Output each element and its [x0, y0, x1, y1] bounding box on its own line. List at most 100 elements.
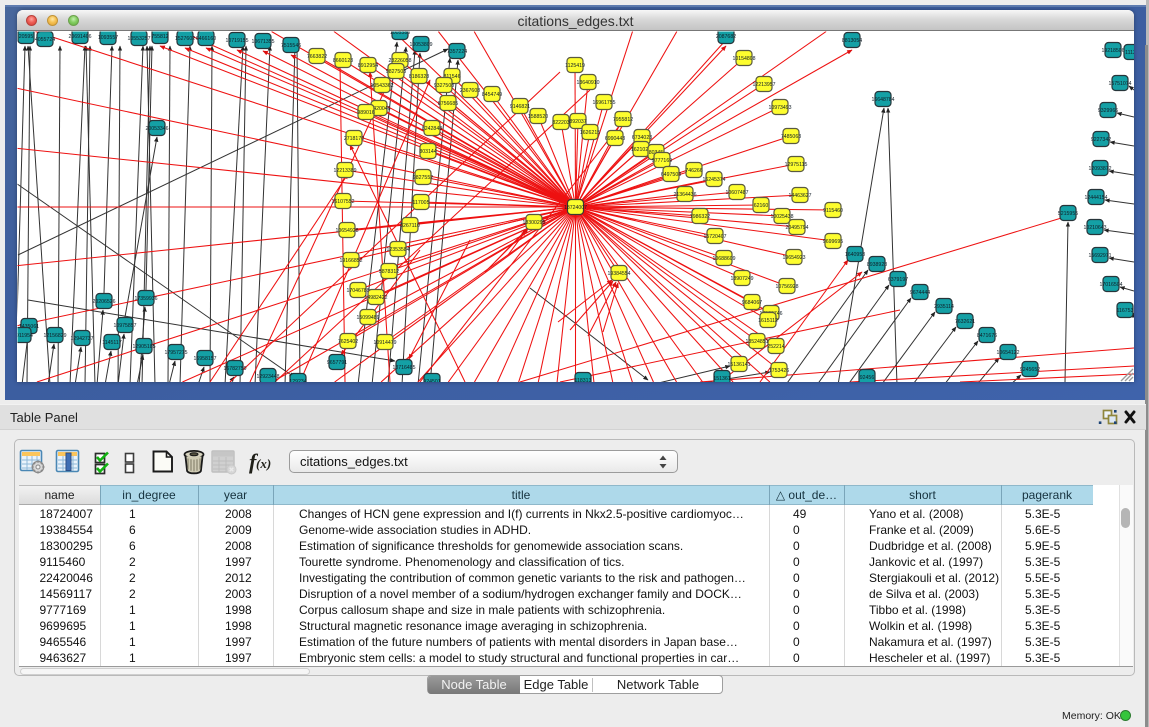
svg-text:9699695: 9699695	[823, 239, 843, 245]
svg-text:16961755: 16961755	[592, 100, 615, 106]
svg-text:7955812: 7955812	[613, 117, 633, 123]
svg-text:10053809: 10053809	[409, 42, 432, 48]
svg-text:18300295: 18300295	[522, 220, 545, 226]
svg-text:13716485: 13716485	[392, 365, 415, 371]
svg-text:1615112: 1615112	[758, 318, 778, 324]
svg-text:19384554: 19384554	[607, 271, 630, 277]
svg-text:16648784: 16648784	[871, 97, 894, 103]
svg-text:10719155: 10719155	[225, 38, 248, 44]
svg-text:7515546: 7515546	[281, 43, 301, 49]
svg-text:7986322: 7986322	[690, 214, 710, 220]
svg-text:1626215: 1626215	[580, 130, 600, 136]
svg-text:12156829: 12156829	[43, 333, 66, 339]
svg-text:1005380: 1005380	[390, 30, 410, 36]
svg-text:12093872: 12093872	[1088, 166, 1111, 172]
svg-text:5878312: 5878312	[379, 269, 399, 275]
svg-text:9674444: 9674444	[910, 290, 930, 296]
svg-text:9827552: 9827552	[413, 175, 433, 181]
svg-text:16107552: 16107552	[331, 199, 354, 205]
svg-text:18907249: 18907249	[730, 276, 753, 282]
svg-text:12923448: 12923448	[256, 374, 279, 380]
svg-text:8471676: 8471676	[977, 333, 997, 339]
svg-text:17957275: 17957275	[164, 350, 187, 356]
svg-text:12444154: 12444154	[1084, 195, 1107, 201]
svg-text:12942737: 12942737	[70, 336, 93, 342]
svg-text:17016504: 17016504	[1099, 282, 1122, 288]
svg-text:62160: 62160	[754, 203, 769, 209]
svg-text:14982422: 14982422	[364, 295, 387, 301]
svg-text:10756928: 10756928	[775, 284, 798, 290]
svg-text:118313: 118313	[575, 378, 592, 384]
svg-text:19166852: 19166852	[339, 258, 362, 264]
svg-text:10973493: 10973493	[768, 105, 791, 111]
svg-text:9245652: 9245652	[1020, 367, 1040, 373]
svg-text:10607487: 10607487	[725, 190, 748, 196]
svg-text:9115460: 9115460	[823, 208, 843, 214]
svg-text:9657791: 9657791	[327, 360, 347, 366]
svg-text:10975857: 10975857	[113, 323, 136, 329]
svg-text:9327508: 9327508	[434, 83, 454, 89]
svg-text:8938928: 8938928	[867, 262, 887, 268]
svg-text:14463627: 14463627	[788, 193, 811, 199]
svg-text:924501: 924501	[423, 379, 440, 385]
svg-text:16958157: 16958157	[193, 356, 216, 362]
svg-text:6466160: 6466160	[196, 36, 216, 42]
svg-text:1145117: 1145117	[102, 340, 122, 346]
svg-text:8660123: 8660123	[333, 58, 353, 64]
svg-text:1527602: 1527602	[175, 36, 195, 42]
svg-text:4055724: 4055724	[35, 37, 55, 43]
svg-text:17359936: 17359936	[134, 296, 157, 302]
svg-text:10654122: 10654122	[996, 350, 1019, 356]
svg-text:6497508: 6497508	[661, 172, 681, 178]
svg-text:2367608: 2367608	[460, 88, 480, 94]
svg-text:10543362: 10543362	[370, 83, 393, 89]
svg-text:7357224: 7357224	[447, 49, 467, 55]
svg-text:6379197: 6379197	[888, 277, 908, 283]
svg-text:10654928: 10654928	[335, 228, 358, 234]
svg-text:13640910: 13640910	[576, 80, 599, 86]
svg-text:3911954: 3911954	[13, 333, 33, 339]
svg-text:12213389: 12213389	[333, 168, 356, 174]
svg-text:116753: 116753	[1117, 308, 1134, 314]
svg-text:129234: 129234	[289, 379, 306, 385]
svg-text:9146821: 9146821	[510, 104, 530, 110]
svg-text:7485063: 7485063	[781, 134, 801, 140]
svg-text:6734023: 6734023	[632, 135, 652, 141]
svg-text:10671355: 10671355	[251, 39, 274, 45]
svg-text:12213957: 12213957	[752, 82, 775, 88]
svg-text:8186328: 8186328	[409, 74, 429, 80]
svg-text:10688609: 10688609	[712, 256, 735, 262]
svg-text:15692971: 15692971	[1088, 253, 1111, 259]
svg-text:12905185: 12905185	[132, 344, 155, 350]
svg-text:19218506: 19218506	[1101, 48, 1124, 54]
svg-text:9227342: 9227342	[1091, 137, 1111, 143]
svg-text:8267110: 8267110	[400, 223, 420, 229]
svg-text:16782759: 16782759	[223, 366, 246, 372]
svg-text:20595: 20595	[19, 34, 34, 40]
svg-text:2087682: 2087682	[716, 34, 736, 40]
svg-text:2718170: 2718170	[344, 136, 364, 142]
svg-text:20691406: 20691406	[68, 34, 91, 40]
svg-text:2935114: 2935114	[934, 304, 954, 310]
svg-text:755812: 755812	[151, 34, 168, 40]
svg-text:1753426: 1753426	[769, 368, 789, 374]
svg-text:8242848: 8242848	[422, 126, 442, 132]
svg-text:20206526: 20206526	[92, 299, 115, 305]
svg-text:(x): (x)	[256, 456, 271, 471]
svg-text:822203: 822203	[552, 120, 569, 126]
svg-text:8756685: 8756685	[438, 101, 458, 107]
svg-text:7632621: 7632621	[955, 319, 975, 325]
svg-text:8454749: 8454749	[482, 92, 502, 98]
svg-text:1640953: 1640953	[845, 252, 865, 258]
svg-text:15720407: 15720407	[703, 234, 726, 240]
svg-text:12353584: 12353584	[386, 247, 409, 253]
svg-text:1588520: 1588520	[528, 114, 548, 120]
svg-text:803144: 803144	[419, 149, 436, 155]
svg-text:9684067: 9684067	[742, 300, 762, 306]
svg-text:989016: 989016	[357, 110, 374, 116]
svg-text:9777169: 9777169	[652, 158, 672, 164]
svg-text:7625402: 7625402	[338, 339, 358, 345]
svg-text:20495794: 20495794	[785, 225, 808, 231]
svg-text:8912954: 8912954	[358, 63, 378, 69]
svg-text:1093557: 1093557	[98, 35, 118, 41]
